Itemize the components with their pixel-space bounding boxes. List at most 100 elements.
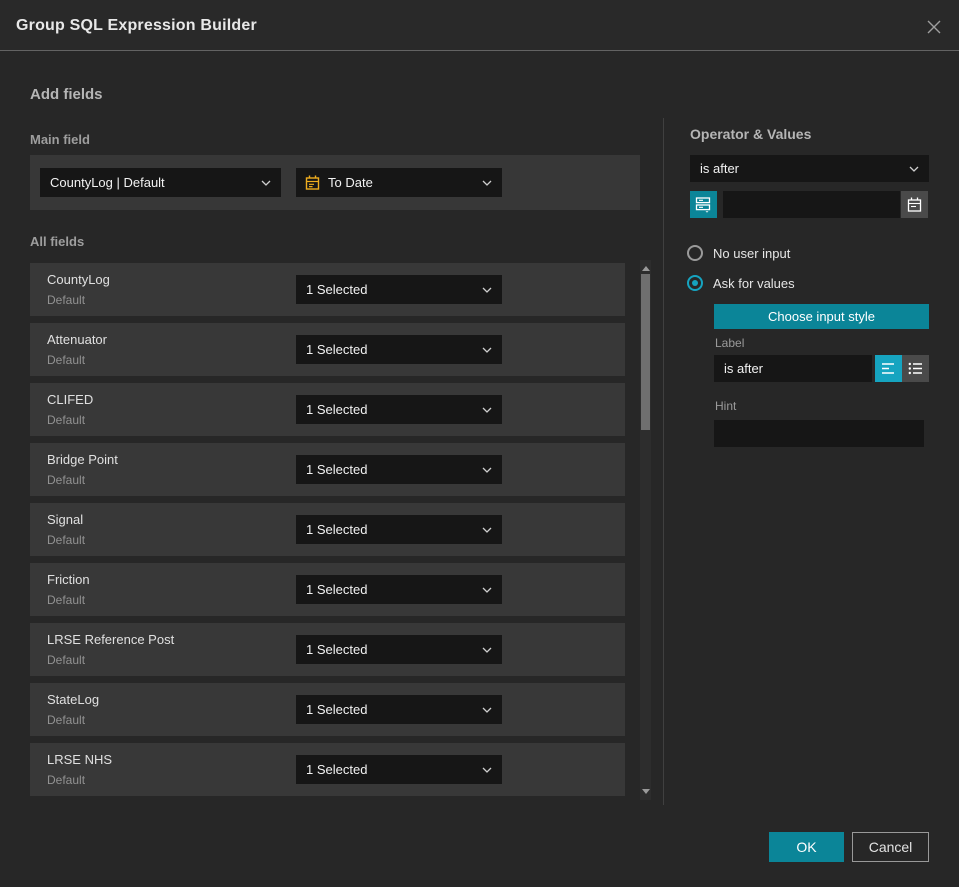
radio-circle-checked [687, 275, 703, 291]
field-row-subtitle: Default [47, 533, 86, 547]
date-type-select-label: To Date [328, 175, 373, 190]
chevron-down-icon [482, 527, 492, 533]
operator-select-label: is after [700, 161, 740, 176]
field-row-subtitle: Default [47, 653, 86, 667]
field-row: CountyLog Default 1 Selected [30, 263, 625, 316]
radio-no-user-input[interactable]: No user input [687, 245, 790, 261]
set-values-from-field-button[interactable] [690, 191, 717, 218]
hint-input[interactable] [714, 420, 924, 447]
field-row: Friction Default 1 Selected [30, 563, 625, 616]
field-row-subtitle: Default [47, 353, 86, 367]
label-caption: Label [715, 336, 745, 350]
calendar-icon [907, 197, 922, 212]
field-values-select[interactable]: 1 Selected [296, 335, 502, 364]
field-values-select-label: 1 Selected [306, 582, 368, 597]
field-values-select-label: 1 Selected [306, 702, 368, 717]
field-row: Bridge Point Default 1 Selected [30, 443, 625, 496]
list-style-button[interactable] [902, 355, 929, 382]
field-values-select[interactable]: 1 Selected [296, 755, 502, 784]
operator-values-heading: Operator & Values [690, 126, 812, 142]
scrollbar-up-arrow[interactable] [641, 266, 650, 271]
choose-input-style-button[interactable]: Choose input style [714, 304, 929, 329]
field-row-subtitle: Default [47, 713, 86, 727]
value-input[interactable] [723, 191, 900, 218]
field-values-select[interactable]: 1 Selected [296, 515, 502, 544]
add-fields-heading: Add fields [30, 86, 103, 103]
field-row-name: Attenuator [47, 332, 107, 347]
scrollbar-thumb[interactable] [641, 274, 650, 430]
calendar-button[interactable] [901, 191, 928, 218]
chevron-down-icon [482, 287, 492, 293]
bullet-list-icon [908, 362, 922, 375]
chevron-down-icon [482, 707, 492, 713]
field-values-select[interactable]: 1 Selected [296, 695, 502, 724]
field-row-subtitle: Default [47, 413, 86, 427]
field-values-select[interactable]: 1 Selected [296, 275, 502, 304]
chevron-down-icon [482, 180, 492, 186]
radio-label: No user input [713, 245, 791, 261]
align-left-style-button[interactable] [875, 355, 902, 382]
ok-button[interactable]: OK [769, 832, 844, 862]
section-divider [663, 118, 664, 805]
field-row-name: StateLog [47, 692, 100, 707]
field-values-select-label: 1 Selected [306, 462, 368, 477]
field-row: StateLog Default 1 Selected [30, 683, 625, 736]
field-row-name: Friction [47, 572, 90, 587]
field-values-select-label: 1 Selected [306, 762, 368, 777]
field-row-subtitle: Default [47, 473, 86, 487]
main-field-select[interactable]: CountyLog | Default [40, 168, 281, 197]
chevron-down-icon [482, 767, 492, 773]
field-row-name: Signal [47, 512, 84, 527]
field-row-name: LRSE Reference Post [47, 632, 175, 647]
close-icon [927, 20, 941, 34]
main-field-label: Main field [30, 132, 90, 147]
field-row: Signal Default 1 Selected [30, 503, 625, 556]
all-fields-label: All fields [30, 234, 85, 249]
calendar-icon [305, 175, 320, 190]
chevron-down-icon [261, 180, 271, 186]
field-row: LRSE NHS Default 1 Selected [30, 743, 625, 796]
radio-circle [687, 245, 703, 261]
chevron-down-icon [482, 587, 492, 593]
field-values-select[interactable]: 1 Selected [296, 395, 502, 424]
field-row-subtitle: Default [47, 293, 86, 307]
label-input[interactable] [714, 355, 872, 382]
field-row-subtitle: Default [47, 593, 86, 607]
chevron-down-icon [482, 407, 492, 413]
chevron-down-icon [482, 467, 492, 473]
fields-list: CountyLog Default 1 Selected Attenuator … [30, 263, 625, 803]
field-row: CLIFED Default 1 Selected [30, 383, 625, 436]
field-values-select[interactable]: 1 Selected [296, 455, 502, 484]
dialog-title: Group SQL Expression Builder [16, 16, 257, 34]
field-row: Attenuator Default 1 Selected [30, 323, 625, 376]
radio-label: Ask for values [713, 275, 795, 291]
chevron-down-icon [482, 347, 492, 353]
field-row-name: CLIFED [47, 392, 94, 407]
close-button[interactable] [921, 14, 947, 40]
operator-select[interactable]: is after [690, 155, 929, 182]
field-row-subtitle: Default [47, 773, 86, 787]
date-type-select[interactable]: To Date [296, 168, 502, 197]
stacked-values-icon [695, 197, 711, 213]
field-values-select-label: 1 Selected [306, 282, 368, 297]
main-field-select-label: CountyLog | Default [50, 175, 165, 190]
radio-ask-for-values[interactable]: Ask for values [687, 275, 795, 291]
chevron-down-icon [909, 166, 919, 172]
field-values-select[interactable]: 1 Selected [296, 575, 502, 604]
group-sql-expression-builder-dialog: Group SQL Expression Builder Add fields … [0, 0, 959, 887]
dialog-header: Group SQL Expression Builder [0, 0, 959, 51]
cancel-button[interactable]: Cancel [852, 832, 929, 862]
field-row-name: Bridge Point [47, 452, 118, 467]
scrollbar-down-arrow[interactable] [641, 789, 650, 794]
field-values-select-label: 1 Selected [306, 642, 368, 657]
field-values-select-label: 1 Selected [306, 342, 368, 357]
field-row-name: LRSE NHS [47, 752, 113, 767]
field-row: LRSE Reference Post Default 1 Selected [30, 623, 625, 676]
fields-scrollbar[interactable] [640, 260, 651, 800]
chevron-down-icon [482, 647, 492, 653]
align-left-icon [882, 363, 894, 374]
field-values-select-label: 1 Selected [306, 402, 368, 417]
field-row-name: CountyLog [47, 272, 110, 287]
hint-caption: Hint [715, 399, 737, 413]
field-values-select[interactable]: 1 Selected [296, 635, 502, 664]
